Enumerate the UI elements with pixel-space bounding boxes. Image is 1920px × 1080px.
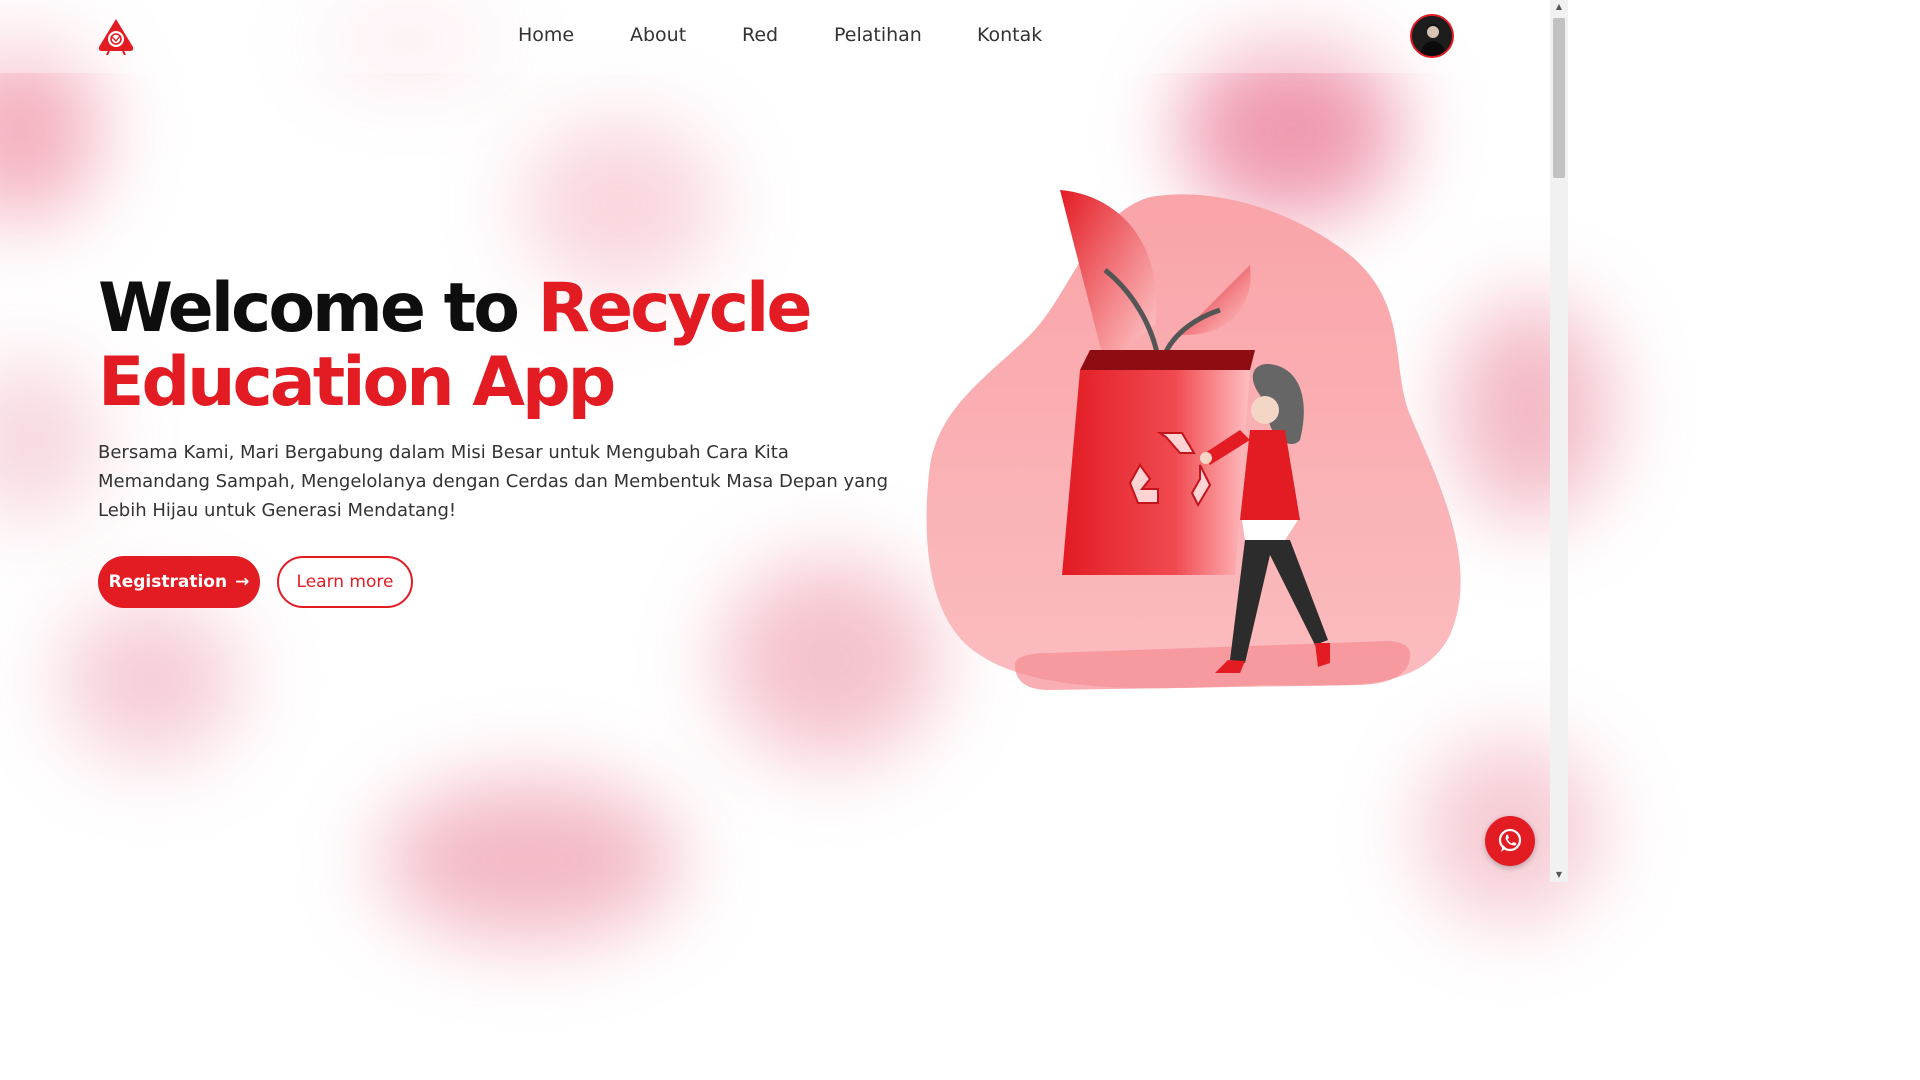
hero-title: Welcome to Recycle Education App bbox=[98, 272, 878, 420]
background-blob bbox=[720, 560, 940, 760]
background-blob bbox=[60, 600, 240, 760]
scrollbar-thumb[interactable] bbox=[1553, 18, 1565, 178]
arrow-right-icon: → bbox=[235, 572, 250, 592]
navbar: Home About Red Pelatihan Kontak bbox=[0, 0, 1550, 73]
nav-item-about[interactable]: About bbox=[630, 24, 686, 46]
hero-title-accent: Recycle bbox=[537, 269, 813, 348]
recycle-bag-illustration bbox=[920, 185, 1465, 700]
hero-title-accent-line2: Education App bbox=[98, 343, 616, 422]
nav-item-pelatihan[interactable]: Pelatihan bbox=[834, 24, 922, 46]
main-nav: Home About Red Pelatihan Kontak bbox=[0, 24, 1550, 50]
nav-item-home[interactable]: Home bbox=[518, 24, 574, 46]
nav-item-kontak[interactable]: Kontak bbox=[977, 24, 1042, 46]
background-blob bbox=[0, 360, 100, 520]
learn-more-button-label: Learn more bbox=[296, 572, 394, 592]
vertical-scrollbar[interactable]: ▲ ▼ bbox=[1550, 0, 1568, 882]
whatsapp-button[interactable] bbox=[1485, 816, 1535, 866]
learn-more-button[interactable]: Learn more bbox=[277, 556, 413, 608]
hero-title-intro: Welcome to bbox=[98, 269, 538, 348]
whatsapp-icon bbox=[1498, 828, 1522, 852]
background-blob bbox=[1450, 300, 1610, 520]
registration-button-label: Registration bbox=[108, 572, 228, 592]
scroll-down-icon[interactable]: ▼ bbox=[1550, 868, 1568, 882]
nav-item-red[interactable]: Red bbox=[742, 24, 778, 46]
background-blob bbox=[380, 780, 680, 940]
registration-button[interactable]: Registration → bbox=[98, 556, 260, 608]
hero-description: Bersama Kami, Mari Bergabung dalam Misi … bbox=[98, 442, 889, 521]
user-avatar[interactable] bbox=[1410, 14, 1454, 58]
background-blob bbox=[520, 120, 720, 290]
scroll-up-icon[interactable]: ▲ bbox=[1550, 0, 1568, 14]
